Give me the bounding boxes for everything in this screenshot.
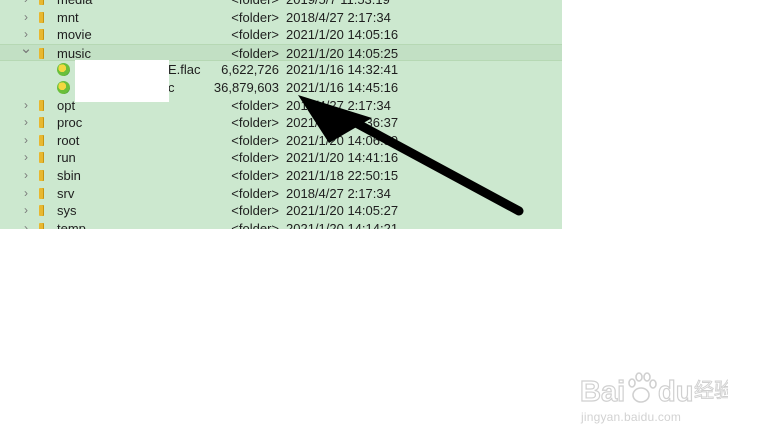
folder-icon — [39, 152, 44, 164]
item-size: <folder> — [231, 115, 279, 131]
item-modified-date: 2021/1/20 14:14:21 — [286, 220, 399, 229]
item-name: media — [57, 0, 92, 7]
item-modified-date: 2021/1/20 14:06:59 — [286, 132, 399, 148]
chevron-right-icon[interactable]: › — [19, 150, 33, 164]
paw-icon — [628, 372, 657, 403]
item-modified-date: 2021/1/18 22:50:15 — [286, 168, 399, 183]
item-size: <folder> — [231, 97, 279, 113]
item-name: run — [57, 150, 76, 166]
item-name: srv — [57, 185, 75, 201]
folder-row-media[interactable]: › media <folder> 2019/5/7 11:53:19 — [0, 0, 562, 9]
item-name: root — [57, 132, 80, 148]
item-size: <folder> — [231, 45, 279, 61]
folder-row-mnt[interactable]: › mnt <folder> 2018/4/27 2:17:34 — [0, 9, 562, 27]
file-list-panel: › media <folder> 2019/5/7 11:53:19 › mnt <fold… — [0, 0, 562, 229]
folder-row-proc[interactable]: › proc <folder> 2021/1/20 10:36:37 — [0, 114, 562, 132]
item-size: <folder> — [231, 203, 279, 219]
logo-text-jingyan: 经验 — [694, 378, 728, 402]
item-name: E.flac — [168, 62, 201, 78]
item-name: music — [57, 45, 91, 61]
item-name: movie — [57, 27, 92, 43]
folder-row-run[interactable]: › run <folder> 2021/1/20 14:41:16 — [0, 149, 562, 167]
item-modified-date: 2021/1/16 14:45:16 — [286, 80, 399, 95]
folder-icon — [39, 117, 44, 129]
folder-icon — [39, 134, 44, 146]
folder-icon — [39, 99, 44, 111]
item-size: 6,622,726 — [221, 62, 279, 78]
item-name: opt — [57, 97, 76, 113]
folder-row-music[interactable]: ⌄ music <folder> 2021/1/20 14:05:25 — [0, 41, 562, 62]
item-name: sbin — [57, 168, 81, 183]
item-size: <folder> — [231, 0, 279, 7]
audio-file-icon — [57, 81, 70, 94]
logo-text-du: du — [658, 376, 693, 408]
item-modified-date: 2018/4/27 2:17:34 — [286, 9, 391, 25]
redacted-filename-mask — [75, 60, 169, 102]
folder-row-root[interactable]: › root <folder> 2021/1/20 14:06:59 — [0, 132, 562, 150]
folder-row-srv[interactable]: › srv <folder> 2018/4/27 2:17:34 — [0, 185, 562, 203]
item-name: mnt — [57, 9, 79, 25]
folder-icon — [39, 187, 44, 199]
chevron-right-icon[interactable]: › — [19, 0, 33, 6]
item-size: <folder> — [231, 150, 279, 166]
baidu-jingyan-watermark: Bai du 经验 jingyan.baidu.com — [578, 365, 748, 429]
chevron-down-icon[interactable]: ⌄ — [19, 41, 33, 56]
item-modified-date: 2021/1/20 14:05:16 — [286, 27, 399, 43]
folder-icon — [39, 205, 44, 217]
folder-icon — [39, 29, 44, 41]
chevron-right-icon[interactable]: › — [19, 98, 33, 112]
chevron-right-icon[interactable]: › — [19, 186, 33, 200]
item-size: 36,879,603 — [213, 80, 279, 95]
item-modified-date: 2021/1/20 10:36:37 — [286, 115, 399, 131]
logo-text-bai: Bai — [580, 376, 625, 408]
item-modified-date: 2021/1/20 14:05:27 — [286, 203, 399, 219]
folder-row-temp[interactable]: › temp <folder> 2021/1/20 14:14:21 — [0, 220, 562, 229]
folder-icon — [39, 47, 44, 59]
folder-row-sbin[interactable]: › sbin <folder> 2021/1/18 22:50:15 — [0, 167, 562, 185]
item-size: <folder> — [231, 132, 279, 148]
baidu-logo-icon: Bai du 经验 — [579, 372, 728, 409]
chevron-right-icon[interactable]: › — [19, 115, 33, 129]
item-modified-date: 2021/1/20 14:41:16 — [286, 150, 399, 166]
chevron-right-icon[interactable]: › — [19, 133, 33, 147]
folder-row-movie[interactable]: › movie <folder> 2021/1/20 14:05:16 — [0, 26, 562, 44]
item-modified-date: 2018/4/27 2:17:34 — [286, 97, 391, 113]
folder-icon — [39, 170, 44, 181]
item-size: <folder> — [231, 220, 279, 229]
folder-icon — [39, 0, 44, 5]
chevron-right-icon[interactable]: › — [19, 203, 33, 217]
item-size: <folder> — [231, 27, 279, 43]
folder-row-sys[interactable]: › sys <folder> 2021/1/20 14:05:27 — [0, 202, 562, 220]
folder-icon — [39, 222, 44, 229]
folder-icon — [39, 11, 44, 23]
item-name: proc — [57, 115, 83, 131]
audio-file-icon — [57, 63, 70, 77]
item-modified-date: 2021/1/20 14:05:25 — [286, 45, 399, 61]
item-modified-date: 2019/5/7 11:53:19 — [286, 0, 390, 7]
item-size: <folder> — [231, 9, 279, 25]
item-name: sys — [57, 203, 77, 219]
chevron-right-icon[interactable]: › — [19, 221, 33, 229]
item-modified-date: 2021/1/16 14:32:41 — [286, 62, 399, 78]
item-size: <folder> — [231, 185, 279, 201]
item-size: <folder> — [231, 168, 279, 183]
item-modified-date: 2018/4/27 2:17:34 — [286, 185, 391, 201]
chevron-right-icon[interactable]: › — [19, 168, 33, 182]
chevron-right-icon[interactable]: › — [19, 10, 33, 24]
watermark-url: jingyan.baidu.com — [581, 410, 682, 424]
item-name: temp — [57, 220, 86, 229]
